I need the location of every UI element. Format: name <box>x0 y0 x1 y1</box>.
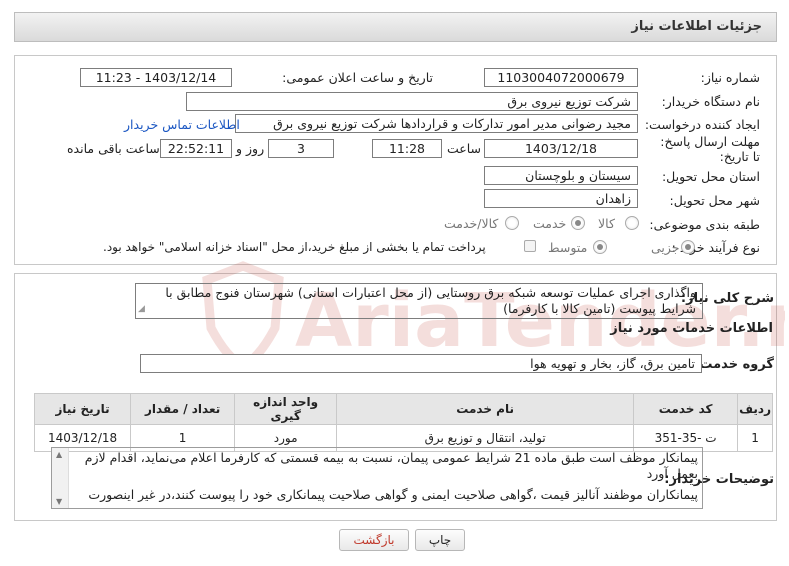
deadline-label-text: مهلت ارسال پاسخ: تا تاریخ: <box>660 134 760 164</box>
buyer-notes-line-1: پیمانکار موظف است طبق ماده 21 شرایط عموم… <box>84 450 698 481</box>
col-service-name: نام خدمت <box>336 393 635 425</box>
scroll-down-icon[interactable]: ▼ <box>56 497 62 506</box>
deadline-days-label: روز و <box>236 141 265 156</box>
services-table-header: ردیف کد خدمت نام خدمت واحد اندازه گیری ت… <box>33 393 773 425</box>
city-field[interactable]: زاهدان <box>484 189 638 208</box>
process-option-minor: جزیی <box>651 240 680 255</box>
deadline-date-field[interactable]: 1403/12/18 <box>484 139 638 158</box>
back-button[interactable]: بازگشت <box>339 529 409 551</box>
process-option-medium: متوسط <box>548 240 588 255</box>
col-quantity: تعداد / مقدار <box>130 393 236 425</box>
category-radio-goods[interactable] <box>625 216 639 230</box>
province-field[interactable]: سیستان و بلوچستان <box>484 166 638 185</box>
description-text: واگذاری اجرای عملیات توسعه شبکه برق روست… <box>165 285 696 316</box>
service-group-label: گروه خدمت: <box>694 357 774 372</box>
requester-field[interactable]: مجید رضوانی مدیر امور تدارکات و قرارداده… <box>235 114 638 133</box>
col-need-date: تاریخ نیاز <box>33 393 132 425</box>
category-option-goods-service: کالا/خدمت <box>444 216 499 231</box>
category-radio-goods-service[interactable] <box>505 216 519 230</box>
announce-datetime-field[interactable]: 1403/12/14 - 11:23 <box>80 68 232 87</box>
category-option-goods: کالا <box>598 216 615 231</box>
col-unit: واحد اندازه گیری <box>234 393 338 425</box>
col-row: ردیف <box>737 393 773 425</box>
buyer-org-label: نام دستگاه خریدار: <box>661 94 760 109</box>
print-button[interactable]: چاپ <box>415 529 465 551</box>
deadline-time-field[interactable]: 11:28 <box>372 139 442 158</box>
cell-row: 1 <box>737 424 773 452</box>
buyer-contact-link[interactable]: اطلاعات تماس خریدار <box>124 117 240 132</box>
treasury-payment-checkbox[interactable] <box>524 240 536 252</box>
deadline-days-field[interactable]: 3 <box>268 139 334 158</box>
requester-label: ایجاد کننده درخواست: <box>644 117 760 132</box>
deadline-time-label: ساعت <box>447 141 482 156</box>
resize-handle-icon[interactable]: ◢ <box>138 301 145 317</box>
category-label: طبقه بندی موضوعی: <box>649 217 760 232</box>
buyer-notes-scrollbar[interactable]: ▲ ▼ <box>52 448 69 508</box>
need-number-field[interactable]: 1103004072000679 <box>484 68 638 87</box>
services-section-title: اطلاعات خدمات مورد نیاز <box>610 321 773 336</box>
remaining-time-field[interactable]: 22:52:11 <box>160 139 232 158</box>
description-textarea[interactable]: واگذاری اجرای عملیات توسعه شبکه برق روست… <box>135 283 703 319</box>
page-title: جزئیات اطلاعات نیاز <box>631 19 762 34</box>
services-table: ردیف کد خدمت نام خدمت واحد اندازه گیری ت… <box>33 393 773 452</box>
announce-datetime-label: تاریخ و ساعت اعلان عمومی: <box>282 70 433 85</box>
deadline-label: مهلت ارسال پاسخ: تا تاریخ: <box>660 134 760 164</box>
category-radio-service[interactable] <box>571 216 585 230</box>
col-service-code: کد خدمت <box>633 393 739 425</box>
category-option-service: خدمت <box>533 216 567 231</box>
remaining-time-label: ساعت باقی مانده <box>67 141 160 156</box>
buyer-org-field[interactable]: شرکت توزیع نیروی برق <box>186 92 638 111</box>
buyer-notes-box[interactable]: ▲ ▼ پیمانکار موظف است طبق ماده 21 شرایط … <box>51 447 703 509</box>
treasury-payment-note: پرداخت تمام یا بخشی از مبلغ خرید،از محل … <box>103 240 486 254</box>
service-group-field[interactable]: تامین برق، گاز، بخار و تهویه هوا <box>140 354 702 373</box>
process-radio-medium[interactable] <box>593 240 607 254</box>
page-header: جزئیات اطلاعات نیاز <box>14 12 777 42</box>
process-radio-minor[interactable] <box>681 240 695 254</box>
buyer-notes-line-2: پیمانکاران موظفند آنالیز قیمت ،گواهی صلا… <box>88 487 698 502</box>
province-label: استان محل تحویل: <box>661 169 760 184</box>
need-number-label: شماره نیاز: <box>700 70 760 85</box>
city-label: شهر محل تحویل: <box>669 193 760 208</box>
scroll-up-icon[interactable]: ▲ <box>56 450 62 459</box>
